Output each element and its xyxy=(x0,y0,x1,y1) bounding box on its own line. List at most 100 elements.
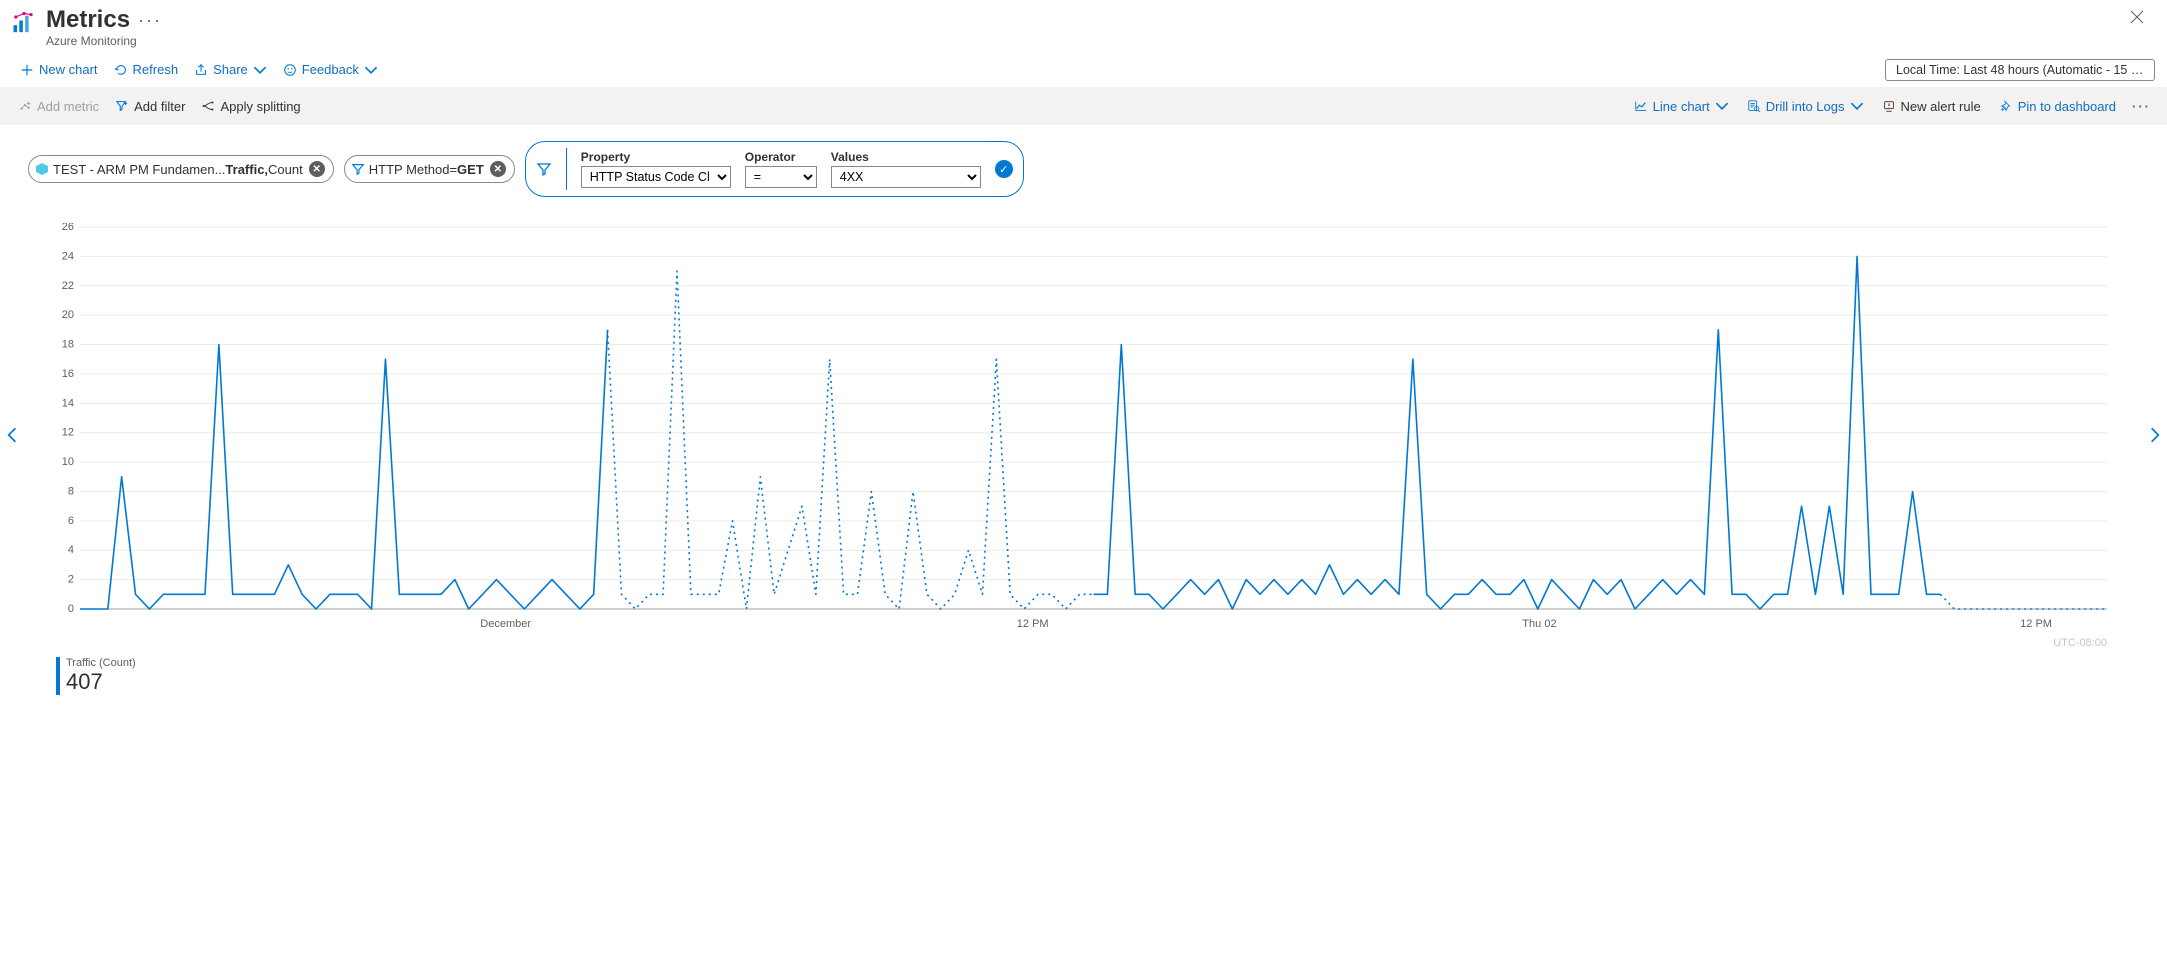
chevron-left-icon xyxy=(6,426,18,444)
page-title: Metrics xyxy=(46,8,130,32)
next-chart-button[interactable] xyxy=(2143,420,2167,455)
svg-text:22: 22 xyxy=(62,280,74,292)
prev-chart-button[interactable] xyxy=(0,420,24,455)
svg-text:24: 24 xyxy=(62,250,74,262)
apply-splitting-button[interactable]: Apply splitting xyxy=(193,95,308,118)
builder-values-col: Values 4XX xyxy=(831,150,981,188)
feedback-label: Feedback xyxy=(302,62,359,77)
line-chart-icon xyxy=(1634,99,1648,113)
remove-http-filter-button[interactable]: ✕ xyxy=(490,161,506,177)
svg-text:6: 6 xyxy=(68,515,74,527)
alert-icon xyxy=(1882,99,1896,113)
add-filter-label: Add filter xyxy=(134,99,185,114)
http-pill-key: HTTP Method xyxy=(369,162,450,177)
toolbar-secondary-right: Line chart Drill into Logs New alert rul… xyxy=(1626,95,2157,118)
drill-logs-button[interactable]: Drill into Logs xyxy=(1739,95,1872,118)
legend-value: 407 xyxy=(66,669,2167,695)
values-select[interactable]: 4XX xyxy=(831,166,981,188)
new-chart-label: New chart xyxy=(39,62,98,77)
remove-metric-button[interactable]: ✕ xyxy=(309,161,325,177)
metric-pill-name: Traffic, xyxy=(225,162,268,177)
new-alert-label: New alert rule xyxy=(1901,99,1981,114)
property-select[interactable]: HTTP Status Code Class xyxy=(581,166,731,188)
chevron-down-icon xyxy=(1850,99,1864,113)
drill-logs-icon xyxy=(1747,99,1761,113)
metrics-icon xyxy=(10,10,38,38)
add-metric-icon xyxy=(18,99,32,113)
toolbar-secondary: Add metric Add filter Apply splitting Li… xyxy=(0,87,2167,125)
pin-icon xyxy=(1999,99,2013,113)
http-filter-pill[interactable]: HTTP Method = GET ✕ xyxy=(344,155,515,183)
chart-type-button[interactable]: Line chart xyxy=(1626,95,1737,118)
refresh-label: Refresh xyxy=(133,62,179,77)
legend-item-traffic[interactable]: Traffic (Count) 407 xyxy=(56,657,2167,695)
page-subtitle: Azure Monitoring xyxy=(46,34,162,48)
drill-logs-label: Drill into Logs xyxy=(1766,99,1845,114)
title-more-button[interactable]: ··· xyxy=(138,13,162,27)
svg-text:14: 14 xyxy=(62,397,74,409)
split-icon xyxy=(201,99,215,113)
values-label: Values xyxy=(831,150,981,164)
property-label: Property xyxy=(581,150,731,164)
legend-name: Traffic (Count) xyxy=(66,657,2167,669)
operator-label: Operator xyxy=(745,150,817,164)
svg-text:4: 4 xyxy=(68,544,74,556)
funnel-icon xyxy=(351,162,365,176)
svg-text:8: 8 xyxy=(68,485,74,497)
share-icon xyxy=(194,63,208,77)
pin-dashboard-button[interactable]: Pin to dashboard xyxy=(1991,95,2124,118)
http-pill-val: GET xyxy=(457,162,484,177)
metric-pill-prefix: TEST - ARM PM Fundamen... xyxy=(53,162,225,177)
chevron-down-icon xyxy=(364,63,378,77)
add-metric-button[interactable]: Add metric xyxy=(10,95,107,118)
pin-dashboard-label: Pin to dashboard xyxy=(2018,99,2116,114)
svg-text:20: 20 xyxy=(62,309,74,321)
svg-text:2: 2 xyxy=(68,574,74,586)
refresh-button[interactable]: Refresh xyxy=(106,58,187,81)
metrics-line-chart[interactable]: 24681012141618202224260December12 PMThu … xyxy=(56,223,2107,633)
chevron-down-icon xyxy=(1715,99,1729,113)
svg-text:12: 12 xyxy=(62,427,74,439)
feedback-icon xyxy=(283,63,297,77)
funnel-plus-icon xyxy=(115,99,129,113)
plus-icon xyxy=(20,63,34,77)
resource-icon xyxy=(35,162,49,176)
builder-property-col: Property HTTP Status Code Class xyxy=(581,150,731,188)
operator-select[interactable]: = xyxy=(745,166,817,188)
add-filter-button[interactable]: Add filter xyxy=(107,95,193,118)
svg-text:26: 26 xyxy=(62,223,74,233)
confirm-filter-button[interactable]: ✓ xyxy=(995,160,1013,178)
svg-text:10: 10 xyxy=(62,456,74,468)
new-alert-button[interactable]: New alert rule xyxy=(1874,95,1989,118)
chevron-down-icon xyxy=(253,63,267,77)
svg-text:0: 0 xyxy=(68,603,74,615)
builder-operator-col: Operator = xyxy=(745,150,817,188)
close-button[interactable] xyxy=(2123,8,2151,31)
new-chart-button[interactable]: New chart xyxy=(12,58,106,81)
more-button[interactable]: ··· xyxy=(2126,99,2157,114)
filter-builder: Property HTTP Status Code Class Operator… xyxy=(525,141,1024,197)
filter-row: TEST - ARM PM Fundamen... Traffic, Count… xyxy=(0,125,2167,203)
chart-container: 24681012141618202224260December12 PMThu … xyxy=(56,223,2107,633)
feedback-button[interactable]: Feedback xyxy=(275,58,386,81)
add-metric-label: Add metric xyxy=(37,99,99,114)
svg-text:12 PM: 12 PM xyxy=(2020,618,2052,630)
svg-text:16: 16 xyxy=(62,368,74,380)
utc-offset-label: UTC-08:00 xyxy=(2053,637,2107,649)
svg-text:Thu 02: Thu 02 xyxy=(1522,618,1556,630)
metric-pill-agg: Count xyxy=(268,162,303,177)
funnel-icon xyxy=(536,161,552,177)
time-range-pill[interactable]: Local Time: Last 48 hours (Automatic - 1… xyxy=(1885,59,2155,81)
refresh-icon xyxy=(114,63,128,77)
apply-splitting-label: Apply splitting xyxy=(220,99,300,114)
close-icon xyxy=(2129,9,2145,25)
builder-separator xyxy=(566,148,567,190)
toolbar-primary: New chart Refresh Share Feedback Local T… xyxy=(0,52,2167,87)
chevron-right-icon xyxy=(2149,426,2161,444)
svg-text:December: December xyxy=(480,618,531,630)
chart-type-label: Line chart xyxy=(1653,99,1710,114)
share-button[interactable]: Share xyxy=(186,58,275,81)
metric-pill[interactable]: TEST - ARM PM Fundamen... Traffic, Count… xyxy=(28,155,334,183)
http-pill-eq: = xyxy=(449,162,457,177)
svg-text:18: 18 xyxy=(62,339,74,351)
